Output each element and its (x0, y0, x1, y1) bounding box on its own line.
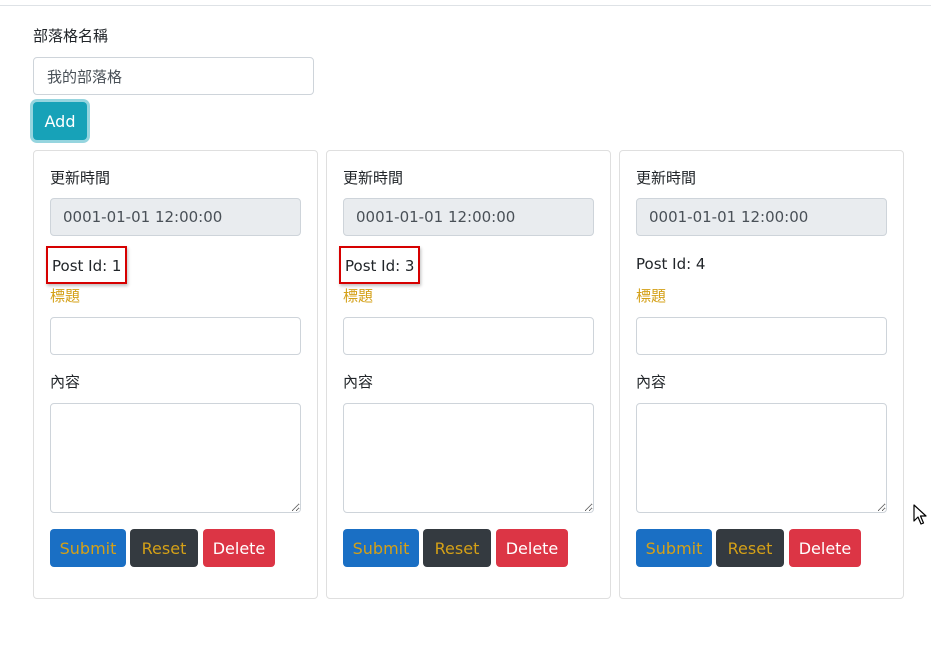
post-id-label: Post Id: 4 (636, 255, 706, 273)
title-label: 標題 (50, 287, 81, 305)
submit-button[interactable]: Submit (50, 529, 126, 567)
blog-name-input[interactable] (33, 57, 314, 95)
submit-button[interactable]: Submit (636, 529, 712, 567)
content-textarea[interactable] (636, 403, 887, 513)
post-card: 更新時間 Post Id: 1 標題 內容 Submit Reset Delet… (33, 150, 318, 599)
title-input[interactable] (50, 317, 301, 355)
delete-button[interactable]: Delete (203, 529, 275, 567)
post-id-label: Post Id: 1 (46, 246, 128, 284)
add-button[interactable]: Add (33, 102, 87, 140)
delete-button[interactable]: Delete (789, 529, 861, 567)
reset-button[interactable]: Reset (423, 529, 491, 567)
updated-time-label: 更新時間 (343, 169, 404, 187)
title-input[interactable] (343, 317, 594, 355)
post-id-label: Post Id: 3 (339, 246, 421, 284)
title-input[interactable] (636, 317, 887, 355)
content-textarea[interactable] (343, 403, 594, 513)
content-label: 內容 (343, 373, 374, 391)
updated-time-field (636, 198, 887, 236)
content-label: 內容 (636, 373, 667, 391)
updated-time-label: 更新時間 (50, 169, 111, 187)
mouse-pointer-icon (913, 504, 927, 530)
title-label: 標題 (636, 287, 667, 305)
content-textarea[interactable] (50, 403, 301, 513)
updated-time-field (50, 198, 301, 236)
reset-button[interactable]: Reset (716, 529, 784, 567)
reset-button[interactable]: Reset (130, 529, 198, 567)
content-label: 內容 (50, 373, 81, 391)
post-card: 更新時間 Post Id: 3 標題 內容 Submit Reset Delet… (326, 150, 611, 599)
top-divider (0, 5, 931, 6)
updated-time-field (343, 198, 594, 236)
blog-name-label: 部落格名稱 (33, 27, 109, 45)
submit-button[interactable]: Submit (343, 529, 419, 567)
post-card: 更新時間 Post Id: 4 標題 內容 Submit Reset Delet… (619, 150, 904, 599)
delete-button[interactable]: Delete (496, 529, 568, 567)
title-label: 標題 (343, 287, 374, 305)
updated-time-label: 更新時間 (636, 169, 697, 187)
